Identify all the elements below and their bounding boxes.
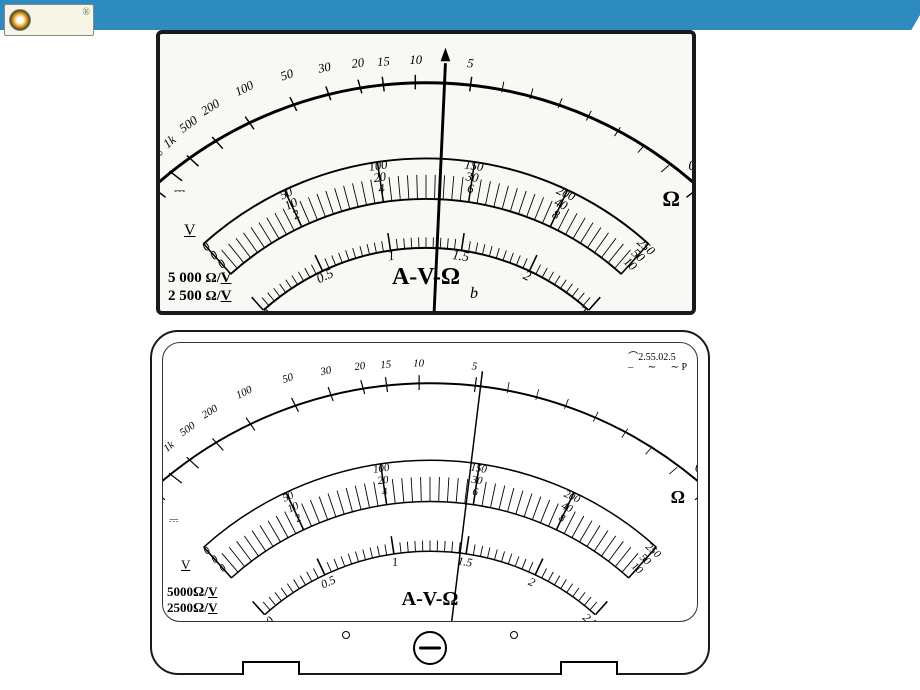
sensitivity-line2-lower: 2500Ω/V	[167, 600, 218, 617]
svg-text:6: 6	[472, 486, 480, 499]
meter-title-lower: A-V-Ω	[402, 588, 459, 611]
svg-text:10: 10	[409, 53, 422, 67]
sensitivity-line2-upper: 2 500 Ω/V	[168, 288, 231, 305]
ohm-unit-symbol-upper: Ω	[662, 186, 680, 212]
svg-text:30: 30	[318, 364, 333, 378]
svg-text:20: 20	[351, 55, 366, 71]
svg-text:∞: ∞	[160, 146, 166, 162]
meter-arcs-lower: ∞ 1k 500 200 100 50 30 20 15 10 5 0 0501…	[163, 343, 697, 621]
svg-text:0: 0	[688, 158, 692, 174]
zero-adjust-screw-icon	[413, 631, 447, 665]
multimeter-dial-lower: ∞ 1k 500 200 100 50 30 20 15 10 5 0 0501…	[150, 330, 710, 675]
multimeter-dial-upper: ∞ 1k 500 200 100 50 30 20 15 10 5 0 0501…	[156, 30, 696, 315]
svg-text:30: 30	[316, 59, 333, 76]
b-label: b	[470, 285, 478, 303]
logo-badge: ®	[4, 4, 94, 36]
v-symbol-upper: V	[184, 222, 196, 240]
svg-text:2: 2	[290, 207, 302, 223]
svg-text:50: 50	[279, 66, 296, 83]
v-symbol-lower: V	[181, 557, 190, 573]
svg-text:20: 20	[354, 360, 367, 373]
svg-text:500: 500	[177, 113, 201, 136]
bottom-slot-right	[560, 661, 618, 675]
sensitivity-line1-lower: 5000Ω/V	[167, 584, 218, 601]
svg-text:100: 100	[234, 383, 254, 401]
svg-text:2: 2	[526, 574, 537, 589]
mount-hole-right-icon	[510, 631, 518, 639]
meter-inner-frame: ∞ 1k 500 200 100 50 30 20 15 10 5 0 0501…	[162, 342, 698, 622]
svg-text:4: 4	[381, 486, 389, 499]
svg-text:1.5: 1.5	[451, 247, 470, 264]
svg-text:100: 100	[233, 78, 257, 99]
svg-text:200: 200	[200, 402, 221, 421]
precision-class-block: ⌒2.55.02.5 – ∼ ∼ P	[628, 353, 685, 373]
svg-text:5: 5	[467, 56, 475, 71]
svg-text:2: 2	[293, 512, 304, 525]
top-stripe	[371, 0, 920, 30]
dc-symbol-lower: ⎓	[169, 513, 179, 528]
svg-text:30: 30	[470, 474, 484, 488]
svg-text:2: 2	[521, 267, 534, 284]
svg-text:5: 5	[471, 360, 478, 373]
svg-text:15: 15	[380, 359, 392, 372]
bottom-slot-left	[242, 661, 300, 675]
svg-text:15: 15	[377, 54, 391, 69]
svg-text:500: 500	[177, 419, 198, 439]
svg-text:0: 0	[263, 613, 277, 621]
svg-text:1k: 1k	[163, 439, 177, 455]
svg-text:10: 10	[413, 357, 424, 369]
trademark-symbol: ®	[82, 7, 90, 18]
svg-text:8: 8	[550, 207, 562, 223]
ohm-unit-symbol-lower: Ω	[671, 487, 685, 508]
svg-text:1.5: 1.5	[457, 554, 474, 570]
svg-text:20: 20	[377, 474, 390, 488]
meter-title-upper: A-V-Ω	[392, 264, 460, 291]
svg-text:200: 200	[199, 96, 223, 118]
svg-text:8: 8	[557, 512, 568, 525]
svg-text:∞: ∞	[163, 452, 165, 466]
dc-symbol-upper: ⎓	[174, 184, 185, 200]
sensitivity-line1-upper: 5 000 Ω/V	[168, 270, 231, 287]
svg-text:1k: 1k	[160, 132, 178, 151]
mount-hole-left-icon	[342, 631, 350, 639]
svg-text:50: 50	[281, 371, 296, 386]
svg-text:0: 0	[695, 461, 697, 475]
logo-eye-icon	[9, 9, 31, 31]
svg-text:0.5: 0.5	[318, 572, 337, 591]
svg-text:0.5: 0.5	[314, 265, 336, 286]
svg-text:6: 6	[466, 181, 475, 196]
svg-text:1: 1	[391, 554, 399, 569]
